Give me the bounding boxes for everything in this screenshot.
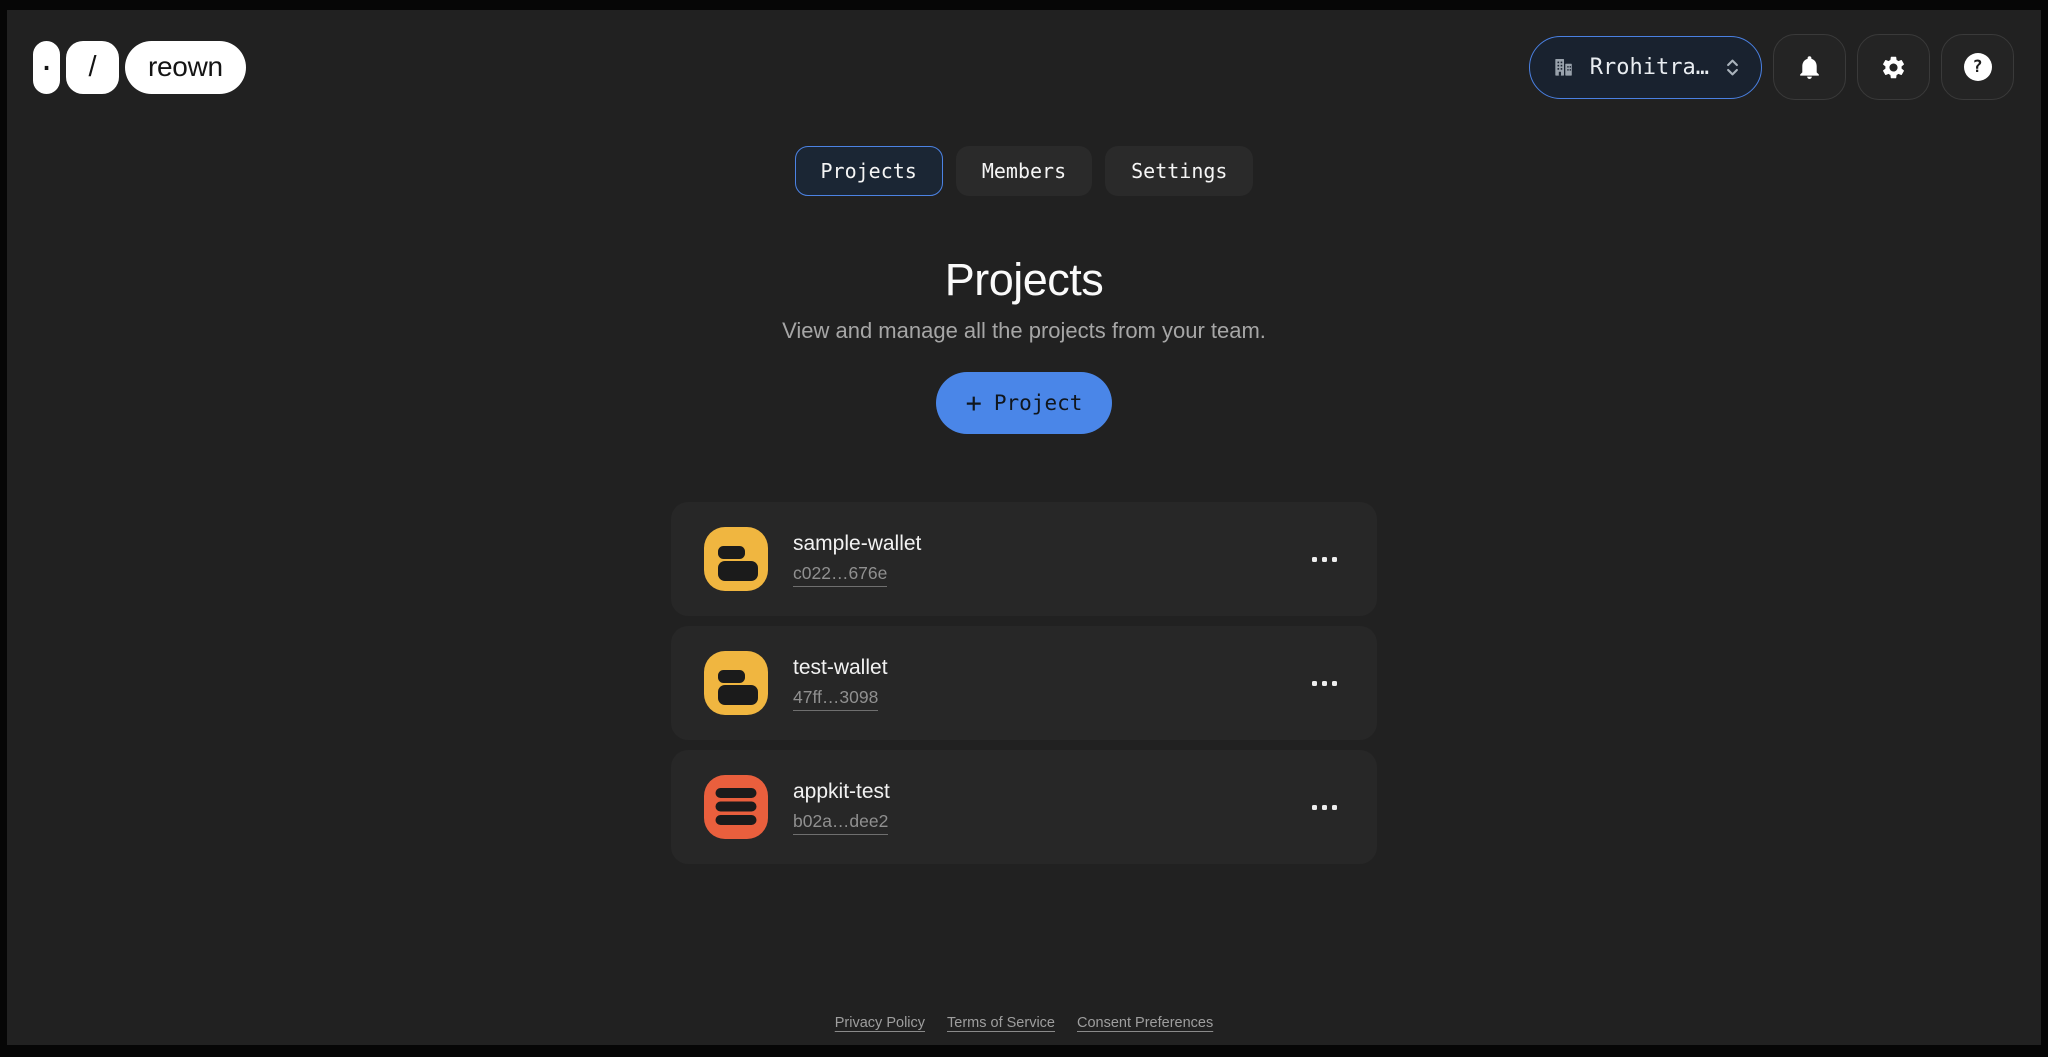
project-id-link[interactable]: c022…676e [793,563,887,587]
privacy-policy-link[interactable]: Privacy Policy [835,1015,925,1031]
settings-button[interactable] [1857,34,1930,100]
tab-settings[interactable]: Settings [1105,146,1253,196]
help-button[interactable]: ? [1941,34,2014,100]
tab-members[interactable]: Members [956,146,1092,196]
team-tabs: Projects Members Settings [7,146,2041,196]
rows-icon [704,775,768,839]
new-project-label: Project [994,391,1083,415]
new-project-button[interactable]: + Project [936,372,1113,434]
gear-icon [1880,54,1907,81]
ellipsis-icon [1312,805,1337,810]
org-name-label: Rrohitra… [1590,55,1709,80]
project-row[interactable]: appkit-test b02a…dee2 [671,750,1377,864]
logo-slash-pill: / [66,41,119,94]
app-background: . / reown [7,10,2041,1045]
project-menu-button[interactable] [1302,671,1347,696]
tab-projects[interactable]: Projects [795,146,943,196]
logo-dot-pill: . [33,41,60,94]
wallet-icon [704,527,768,591]
chevron-up-down-icon [1722,57,1743,78]
ellipsis-icon [1312,681,1337,686]
project-row[interactable]: sample-wallet c022…676e [671,502,1377,616]
header: . / reown [7,10,2041,100]
wallet-icon [704,651,768,715]
footer: Privacy Policy Terms of Service Consent … [7,1015,2041,1031]
project-row[interactable]: test-wallet 47ff…3098 [671,626,1377,740]
project-name: sample-wallet [793,532,921,556]
question-mark-icon: ? [1964,53,1992,81]
header-actions: Rrohitra… [1529,34,2014,100]
logo-wordmark-pill: reown [125,41,246,94]
reown-logo[interactable]: . / reown [33,41,246,94]
plus-icon: + [966,390,982,417]
bell-icon [1796,54,1823,81]
project-menu-button[interactable] [1302,795,1347,820]
page-title: Projects [7,254,2041,306]
ellipsis-icon [1312,557,1337,562]
page-subtitle: View and manage all the projects from yo… [7,318,2041,344]
project-list: sample-wallet c022…676e test-wallet 47ff… [671,502,1377,864]
building-icon [1551,54,1577,80]
org-selector[interactable]: Rrohitra… [1529,36,1762,99]
notifications-button[interactable] [1773,34,1846,100]
project-id-link[interactable]: 47ff…3098 [793,687,878,711]
project-id-link[interactable]: b02a…dee2 [793,811,888,835]
project-name: appkit-test [793,780,890,804]
project-menu-button[interactable] [1302,547,1347,572]
consent-preferences-link[interactable]: Consent Preferences [1077,1015,1213,1031]
project-name: test-wallet [793,656,888,680]
terms-of-service-link[interactable]: Terms of Service [947,1015,1055,1031]
